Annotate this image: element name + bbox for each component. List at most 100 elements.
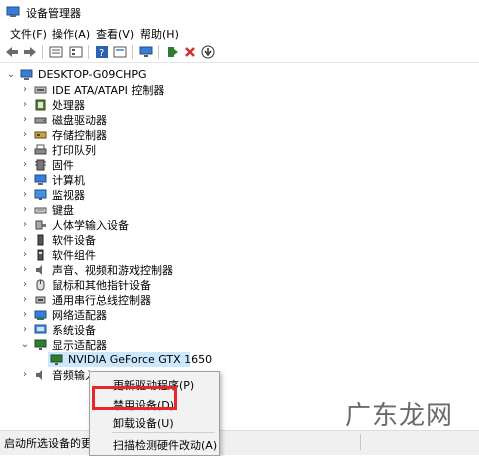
device-view-icon[interactable] (48, 44, 64, 60)
chevron-right-icon[interactable]: › (20, 277, 30, 292)
chevron-right-icon[interactable]: › (20, 82, 30, 97)
tree-item-label: 人体学输入设备 (52, 218, 129, 232)
chevron-down-icon[interactable]: ⌄ (20, 337, 30, 352)
display-adapter-icon (34, 339, 47, 350)
disk-drive-icon (34, 117, 47, 123)
svg-text:?: ? (99, 48, 104, 59)
context-menu: 更新驱动程序(P) 禁用设备(D) 卸载设备(U) 扫描检测硬件改动(A) (89, 371, 220, 456)
tree-item-label: 网络适配器 (52, 308, 107, 322)
tree-item-label: 鼠标和其他指针设备 (52, 278, 151, 292)
tree-item-firmware[interactable]: › 固件 (20, 157, 74, 172)
tree-item-software-device[interactable]: › 软件设备 (20, 232, 96, 247)
tree-item-label: 打印队列 (52, 143, 96, 157)
ide-controller-icon (34, 86, 47, 93)
tree-item-label: 键盘 (52, 203, 74, 217)
tree-item-printer[interactable]: › 打印队列 (20, 142, 96, 157)
tree-item-usb[interactable]: › 通用串行总线控制器 (20, 292, 151, 307)
menu-file[interactable]: 文件(F) (10, 26, 47, 42)
device-manager-icon (6, 6, 20, 17)
list-view-icon[interactable] (68, 44, 84, 60)
tree-item-label: 处理器 (52, 98, 85, 112)
title-bar: 设备管理器 (0, 0, 479, 24)
chevron-right-icon[interactable]: › (20, 262, 30, 277)
chevron-right-icon[interactable]: › (20, 157, 30, 172)
chevron-right-icon[interactable]: › (20, 217, 30, 232)
tree-item-nvidia-gpu[interactable]: NVIDIA GeForce GTX 1650 (48, 352, 212, 367)
status-bar: 启动所选设备的更新 (0, 430, 479, 455)
chevron-right-icon[interactable]: › (20, 127, 30, 142)
forward-icon[interactable] (22, 44, 38, 60)
computer-icon (20, 69, 33, 80)
tree-root-label: DESKTOP-G09CHPG (38, 68, 147, 81)
back-icon[interactable] (4, 44, 20, 60)
keyboard-icon (34, 207, 47, 213)
menu-action[interactable]: 操作(A) (52, 26, 90, 42)
chevron-right-icon[interactable]: › (20, 292, 30, 307)
chevron-right-icon[interactable]: › (20, 97, 30, 112)
chevron-right-icon[interactable]: › (20, 142, 30, 157)
chevron-right-icon[interactable]: › (20, 307, 30, 322)
toolbar-separator (42, 45, 43, 59)
tree-item-software-component[interactable]: › 软件组件 (20, 247, 96, 262)
toolbar-separator (88, 45, 89, 59)
computer-icon (34, 174, 47, 185)
update-driver-icon[interactable] (164, 44, 180, 60)
software-device-icon (37, 234, 44, 245)
tree-item-keyboard[interactable]: › 键盘 (20, 202, 74, 217)
tree-item-system[interactable]: › 系统设备 (20, 322, 96, 337)
chevron-right-icon[interactable]: › (20, 172, 30, 187)
tree-item-ide[interactable]: › IDE ATA/ATAPI 控制器 (20, 82, 164, 97)
chevron-right-icon[interactable]: › (20, 232, 30, 247)
printer-icon (34, 144, 47, 154)
chevron-right-icon[interactable]: › (20, 187, 30, 202)
audio-input-icon (36, 369, 42, 380)
tree-item-label: 监视器 (52, 188, 85, 202)
tree-item-processor[interactable]: › 处理器 (20, 97, 85, 112)
tree-item-audio-input[interactable]: › 音频输入 (20, 367, 96, 382)
processor-icon (35, 99, 46, 110)
chevron-right-icon[interactable]: › (20, 247, 30, 262)
chevron-right-icon[interactable]: › (20, 202, 30, 217)
tree-item-monitor[interactable]: › 监视器 (20, 187, 85, 202)
chevron-right-icon[interactable]: › (20, 367, 30, 382)
watermark-text: 广东龙网 (345, 401, 454, 431)
chevron-down-icon[interactable]: ⌄ (6, 67, 16, 82)
sound-icon (36, 264, 42, 275)
tree-item-sound[interactable]: › 声音、视频和游戏控制器 (20, 262, 173, 277)
tree-item-disk[interactable]: › 磁盘驱动器 (20, 112, 107, 127)
status-divider (360, 434, 361, 450)
scan-icon[interactable] (138, 44, 154, 60)
help-icon[interactable]: ? (94, 44, 110, 60)
uninstall-icon[interactable] (182, 44, 198, 60)
storage-controller-icon (34, 131, 47, 138)
tree-item-network[interactable]: › 网络适配器 (20, 307, 107, 322)
tree-item-storage[interactable]: › 存储控制器 (20, 127, 107, 142)
tree-item-label: 计算机 (52, 173, 85, 187)
tree-item-label: 磁盘驱动器 (52, 113, 107, 127)
hid-icon (35, 220, 46, 229)
window-title: 设备管理器 (26, 7, 81, 20)
menu-item-scan-hardware[interactable]: 扫描检测硬件改动(A) (90, 434, 219, 452)
tree-item-label: 软件设备 (52, 233, 96, 247)
tree-item-computer[interactable]: › 计算机 (20, 172, 85, 187)
system-device-icon (34, 324, 47, 333)
disable-icon[interactable] (200, 44, 216, 60)
menu-separator (112, 432, 215, 433)
chevron-right-icon[interactable]: › (20, 112, 30, 127)
menu-help[interactable]: 帮助(H) (140, 26, 179, 42)
tree-item-label: 存储控制器 (52, 128, 107, 142)
tree-item-hid[interactable]: › 人体学输入设备 (20, 217, 129, 232)
menu-item-uninstall-device[interactable]: 卸载设备(U) (90, 412, 219, 430)
toolbar-separator (158, 45, 159, 59)
chevron-right-icon[interactable]: › (20, 322, 30, 337)
gpu-icon (50, 354, 63, 365)
menu-view[interactable]: 查看(V) (96, 26, 134, 42)
tree-root[interactable]: ⌄ DESKTOP-G09CHPG (6, 67, 147, 82)
tree-item-label: IDE ATA/ATAPI 控制器 (52, 83, 165, 97)
toolbar-separator (132, 45, 133, 59)
tree-item-label: 软件组件 (52, 248, 96, 262)
tree-item-mouse[interactable]: › 鼠标和其他指针设备 (20, 277, 151, 292)
menu-bar: 文件(F) 操作(A) 查看(V) 帮助(H) (0, 24, 479, 42)
tree-item-display-adapter[interactable]: ⌄ 显示适配器 (20, 337, 107, 352)
properties-icon[interactable] (112, 44, 128, 60)
